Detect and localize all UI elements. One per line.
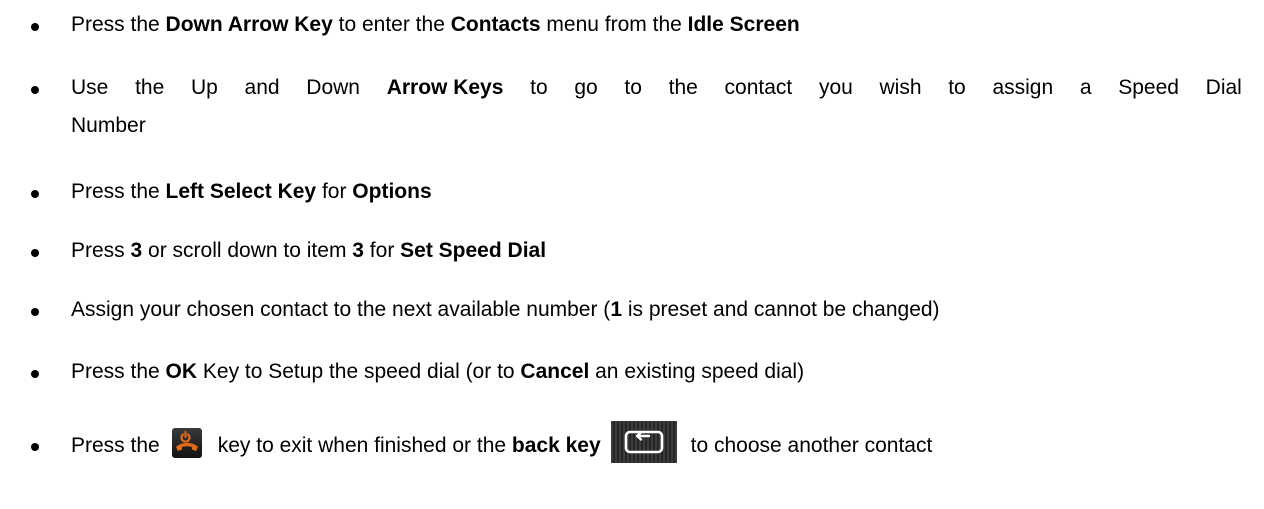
- step-word: a: [1079, 76, 1092, 99]
- step-word: Arrow Keys: [386, 76, 504, 99]
- back-key-glyph: [624, 431, 663, 454]
- bullet-icon: [31, 249, 39, 257]
- step-word: go: [574, 76, 598, 99]
- step-word: to: [948, 76, 966, 99]
- end-call-key-icon: [171, 428, 202, 459]
- step-text: Assign your chosen contact to the next a…: [71, 298, 940, 321]
- step-word: to: [624, 76, 642, 99]
- step-word: Down: [306, 76, 360, 99]
- step-text: Press the OK Key to Setup the speed dial…: [71, 360, 805, 383]
- back-key-icon: [610, 421, 677, 464]
- step-word: Speed: [1118, 76, 1179, 99]
- step-word: the: [135, 76, 165, 99]
- step-word: assign: [992, 76, 1054, 99]
- step-word: wish: [879, 76, 922, 99]
- step-text: Press the key to exit when finished or th…: [71, 421, 932, 467]
- bullet-icon: [31, 370, 39, 378]
- step-word: to: [530, 76, 548, 99]
- list-item: Press the key to exit when finished or th…: [0, 421, 1264, 467]
- step-text: Press the Left Select Key for Options: [71, 180, 432, 203]
- end-call-key-glyph: [175, 431, 198, 452]
- step-word: Use: [71, 76, 109, 99]
- step-text-line: Use the Up and Down Arrow Keys to go to the contac…: [71, 76, 1242, 100]
- step-word: contact: [724, 76, 793, 99]
- step-text: Press 3 or scroll down to item 3 for Set…: [71, 239, 547, 262]
- bullet-icon: [31, 23, 39, 31]
- instruction-list: Press the Down Arrow Key to enter the Co…: [0, 0, 1264, 509]
- bullet-icon: [31, 86, 39, 94]
- list-item: Use the Up and Down Arrow Keys to go to the contac…: [0, 76, 1264, 146]
- bullet-icon: [31, 190, 39, 198]
- step-word: and: [244, 76, 280, 99]
- bullet-icon: [31, 308, 39, 316]
- step-word: Dial: [1205, 76, 1242, 99]
- step-text: Use the Up and Down Arrow Keys to go to the contac…: [71, 76, 1242, 138]
- step-text-line: Number: [71, 114, 146, 137]
- bullet-icon: [31, 443, 39, 451]
- step-word: Up: [190, 76, 218, 99]
- step-word: you: [818, 76, 853, 99]
- step-text: Press the Down Arrow Key to enter the Co…: [71, 13, 800, 36]
- step-word: the: [668, 76, 698, 99]
